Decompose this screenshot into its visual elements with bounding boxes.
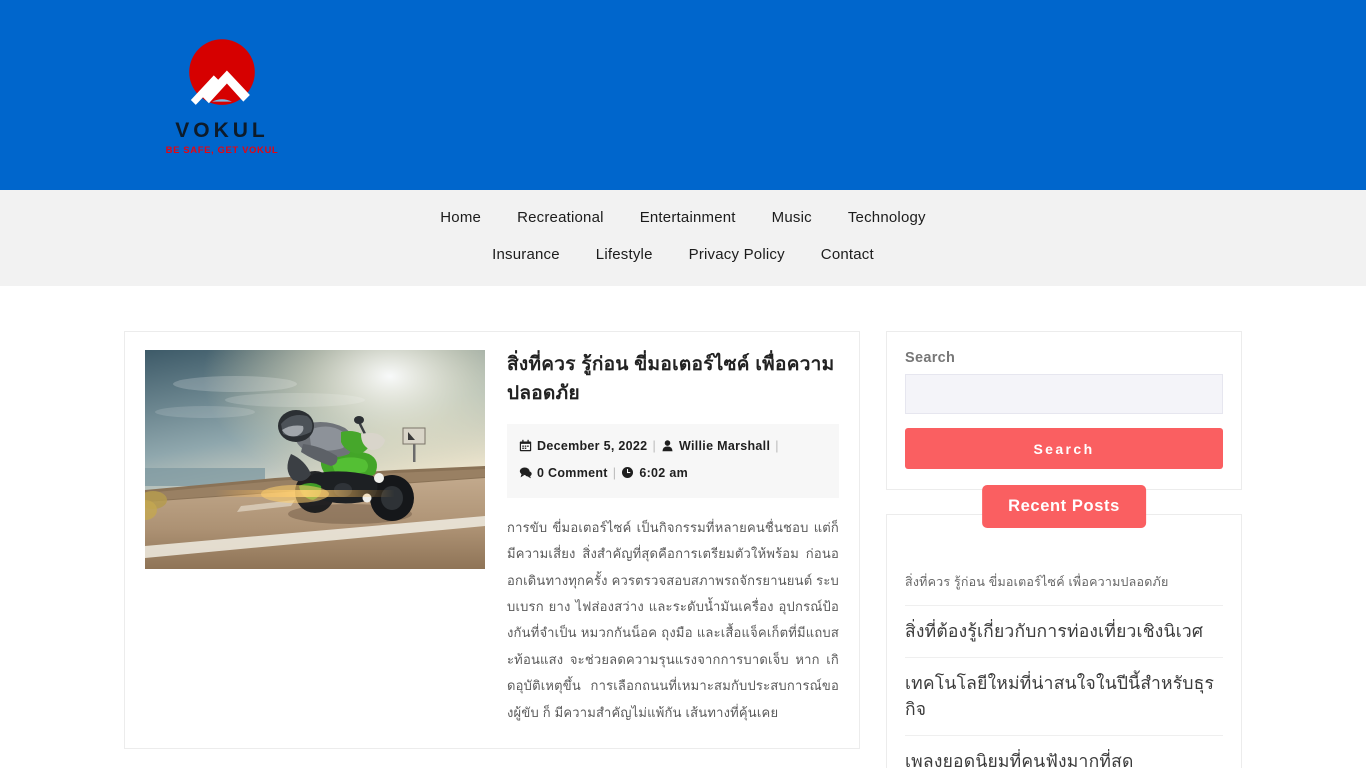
meta-date: December 5, 2022 bbox=[519, 439, 647, 453]
nav-row-primary: Home Recreational Entertainment Music Te… bbox=[0, 202, 1366, 233]
list-item[interactable]: เทคโนโลยีใหม่ที่น่าสนใจในปีนี้สำหรับธุรก… bbox=[905, 658, 1223, 737]
logo-wordmark: VOKUL bbox=[175, 119, 269, 142]
search-button[interactable]: Search bbox=[905, 428, 1223, 469]
nav-item-insurance[interactable]: Insurance bbox=[474, 239, 578, 270]
list-item[interactable]: เพลงยอดนิยมที่คนฟังมากที่สุด bbox=[905, 736, 1223, 768]
page-body: สิ่งที่ควร รู้ก่อน ขี่มอเตอร์ไซค์ เพื่อค… bbox=[0, 286, 1366, 768]
article-main: สิ่งที่ควร รู้ก่อน ขี่มอเตอร์ไซค์ เพื่อค… bbox=[507, 350, 839, 726]
meta-comments: 0 Comment bbox=[519, 466, 608, 480]
meta-author: Willie Marshall bbox=[661, 439, 770, 453]
clock-icon bbox=[621, 463, 634, 488]
calendar-icon bbox=[519, 436, 532, 461]
search-widget: Search Search bbox=[886, 331, 1242, 490]
user-icon bbox=[661, 436, 674, 461]
meta-date-text: December 5, 2022 bbox=[537, 438, 648, 453]
search-input[interactable] bbox=[905, 374, 1223, 414]
recent-posts-badge: Recent Posts bbox=[982, 485, 1146, 528]
list-item[interactable]: สิ่งที่ต้องรู้เกี่ยวกับการท่องเที่ยวเชิง… bbox=[905, 606, 1223, 659]
nav-item-privacy-policy[interactable]: Privacy Policy bbox=[671, 239, 803, 270]
nav-item-entertainment[interactable]: Entertainment bbox=[622, 202, 754, 233]
meta-separator-2: | bbox=[775, 438, 779, 453]
nav-row-secondary: Insurance Lifestyle Privacy Policy Conta… bbox=[0, 239, 1366, 270]
logo-tagline: BE SAFE, GET VOKUL bbox=[165, 145, 279, 156]
nav-item-technology[interactable]: Technology bbox=[830, 202, 944, 233]
nav-item-lifestyle[interactable]: Lifestyle bbox=[578, 239, 671, 270]
comment-icon bbox=[519, 463, 532, 488]
search-widget-title: Search bbox=[905, 350, 956, 366]
list-item[interactable]: สิ่งที่ควร รู้ก่อน ขี่มอเตอร์ไซค์ เพื่อค… bbox=[905, 559, 1223, 606]
nav-item-home[interactable]: Home bbox=[422, 202, 499, 233]
meta-separator-3: | bbox=[612, 465, 617, 480]
main-navigation: Home Recreational Entertainment Music Te… bbox=[0, 188, 1366, 286]
article-card: สิ่งที่ควร รู้ก่อน ขี่มอเตอร์ไซค์ เพื่อค… bbox=[124, 331, 860, 749]
meta-time: 6:02 am bbox=[621, 466, 688, 480]
meta-comments-text[interactable]: 0 Comment bbox=[537, 466, 608, 480]
meta-time-text: 6:02 am bbox=[639, 465, 689, 480]
nav-item-contact[interactable]: Contact bbox=[803, 239, 892, 270]
vokul-mountain-logo-icon bbox=[181, 36, 263, 118]
sidebar: Search Search Recent Posts สิ่งที่ควร รู… bbox=[886, 331, 1242, 768]
recent-posts-widget: Recent Posts สิ่งที่ควร รู้ก่อน ขี่มอเตอ… bbox=[886, 485, 1242, 768]
nav-item-music[interactable]: Music bbox=[754, 202, 830, 233]
article-meta-bar: December 5, 2022 | Willie Marshall | 0 Comme… bbox=[507, 423, 839, 498]
article-body-text: การขับ ขี่มอเตอร์ไซค์ เป็นกิจกรรมที่หลาย… bbox=[507, 519, 839, 720]
article-title[interactable]: สิ่งที่ควร รู้ก่อน ขี่มอเตอร์ไซค์ เพื่อค… bbox=[507, 350, 839, 409]
article-thumbnail[interactable] bbox=[145, 350, 485, 569]
site-logo[interactable]: VOKUL BE SAFE, GET VOKUL bbox=[160, 36, 284, 160]
recent-posts-list: สิ่งที่ควร รู้ก่อน ขี่มอเตอร์ไซค์ เพื่อค… bbox=[886, 514, 1242, 768]
meta-author-text[interactable]: Willie Marshall bbox=[679, 439, 770, 453]
meta-separator-1: | bbox=[652, 438, 656, 453]
site-header: VOKUL BE SAFE, GET VOKUL bbox=[0, 0, 1366, 188]
nav-item-recreational[interactable]: Recreational bbox=[499, 202, 622, 233]
